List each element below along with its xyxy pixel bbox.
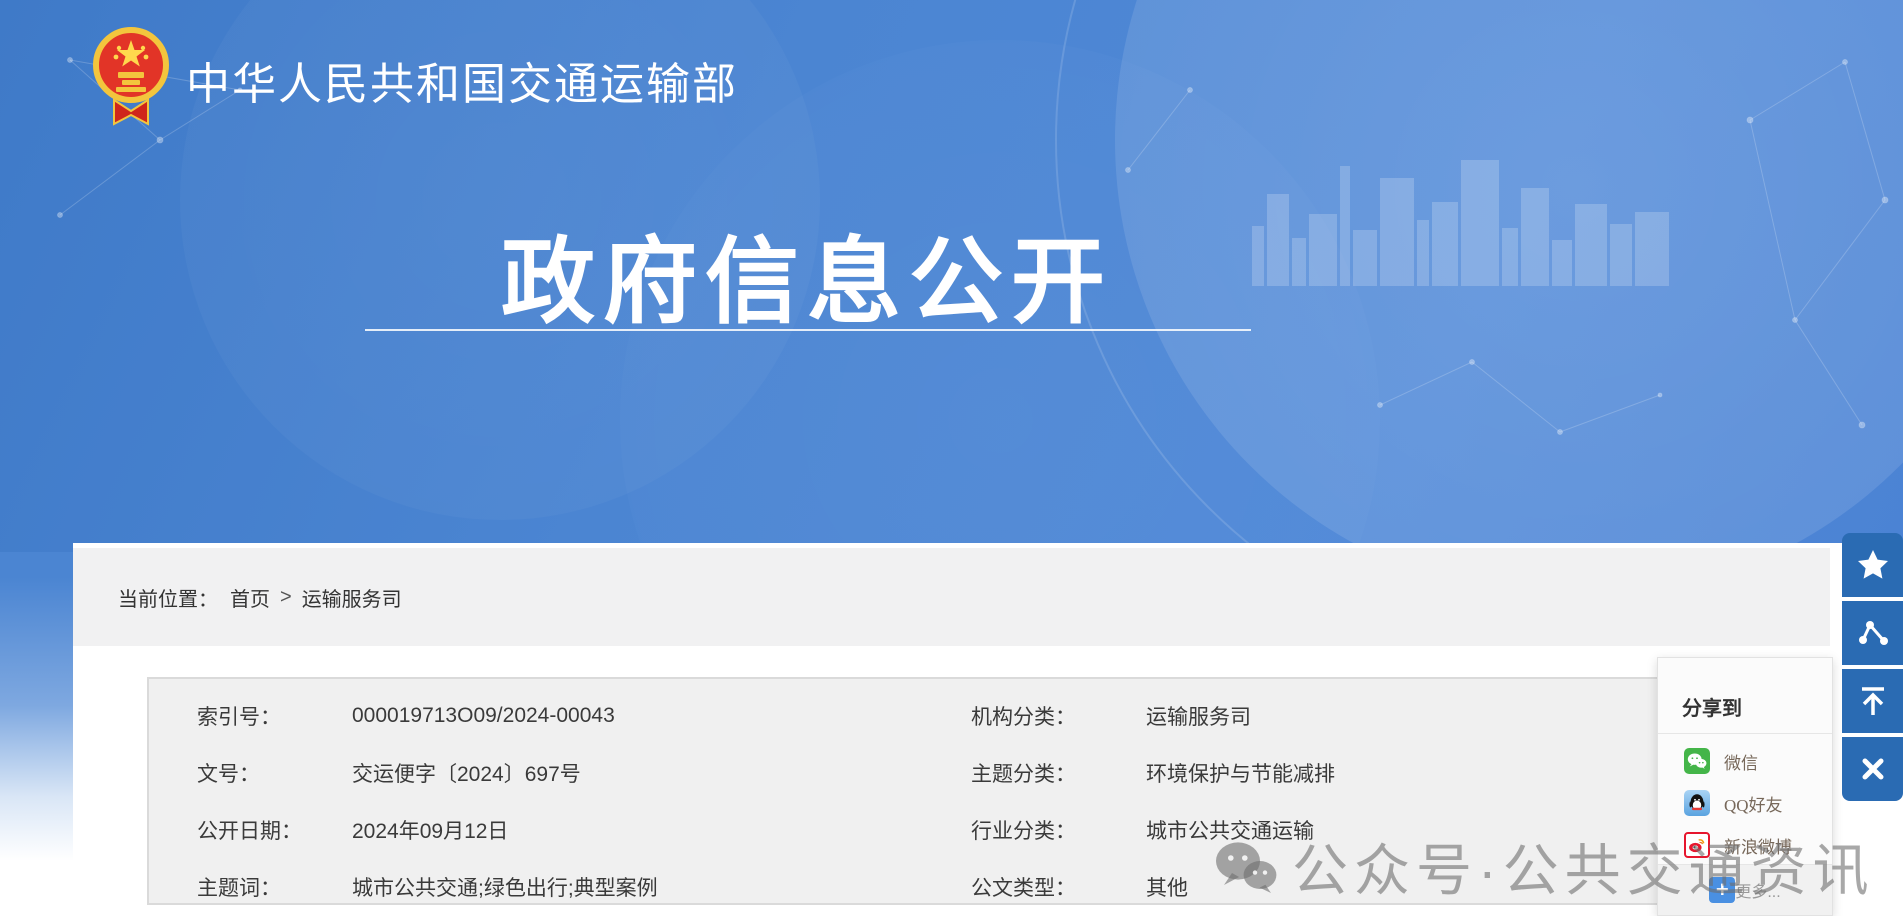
document-metadata-card: 索引号： 000019713O09/2024-00043 机构分类： 运输服务司…: [147, 677, 1753, 905]
city-skyline-decor: [1252, 160, 1722, 286]
field-label: 主题分类：: [971, 762, 1076, 786]
field-label: 文号：: [197, 762, 260, 786]
share-item-label: QQ好友: [1724, 795, 1783, 815]
breadcrumb-separator: >: [280, 585, 292, 608]
favorite-button[interactable]: [1842, 533, 1903, 597]
table-row: 公开日期： 2024年09月12日 行业分类： 城市公共交通运输: [149, 801, 1751, 858]
share-item-weibo[interactable]: 新浪微博: [1658, 824, 1832, 866]
close-button[interactable]: [1842, 737, 1903, 801]
back-to-top-button[interactable]: [1842, 669, 1903, 733]
table-row: 索引号： 000019713O09/2024-00043 机构分类： 运输服务司: [149, 687, 1751, 744]
metadata-cell: 公开日期： 2024年09月12日: [149, 815, 950, 845]
metadata-cell: 机构分类： 运输服务司: [950, 701, 1751, 731]
title-underline: [365, 329, 1251, 331]
field-value: 交运便字〔2024〕697号: [352, 762, 581, 786]
field-label: 公开日期：: [197, 819, 302, 843]
share-item-wechat[interactable]: 微信: [1658, 740, 1832, 782]
field-label: 公文类型：: [971, 876, 1076, 900]
content-wrapper: 当前位置： 首页 > 运输服务司 索引号： 000019713O09/2024-…: [73, 543, 1903, 916]
table-row: 主题词： 城市公共交通;绿色出行;典型案例 公文类型： 其他: [149, 858, 1751, 915]
field-value: 其他: [1146, 876, 1188, 900]
breadcrumb: 当前位置： 首页 > 运输服务司: [73, 548, 1830, 646]
field-label: 主题词：: [197, 876, 281, 900]
page: 中华人民共和国交通运输部 政府信息公开 当前位置： 首页 > 运输服务司 索引号…: [0, 0, 1903, 916]
site-title: 中华人民共和国交通运输部: [186, 60, 738, 109]
share-button[interactable]: [1842, 601, 1903, 665]
field-value: 城市公共交通运输: [1146, 819, 1314, 843]
share-item-qq[interactable]: QQ好友: [1658, 782, 1832, 824]
metadata-cell: 公文类型： 其他: [950, 872, 1751, 902]
star-icon: [1857, 550, 1888, 579]
share-item-label: 微信: [1724, 753, 1758, 773]
back-to-top-icon: [1861, 687, 1884, 715]
more-plus-icon: +: [1709, 877, 1736, 903]
share-item-label: 新浪微博: [1724, 837, 1792, 857]
table-row: 文号： 交运便字〔2024〕697号 主题分类： 环境保护与节能减排: [149, 744, 1751, 801]
metadata-cell: 行业分类： 城市公共交通运输: [950, 815, 1751, 845]
national-emblem-logo: [92, 24, 170, 133]
field-value: 环境保护与节能减排: [1146, 762, 1335, 786]
field-label: 行业分类：: [971, 819, 1076, 843]
side-toolbar: [1842, 533, 1903, 801]
share-panel-title: 分享到: [1658, 658, 1832, 734]
field-value: 运输服务司: [1146, 705, 1251, 729]
field-label: 机构分类：: [971, 705, 1076, 729]
field-value: 城市公共交通;绿色出行;典型案例: [352, 876, 658, 900]
close-icon: [1862, 758, 1883, 780]
qq-icon: [1684, 790, 1710, 816]
breadcrumb-label: 当前位置：: [118, 588, 218, 611]
wechat-icon: [1684, 748, 1710, 774]
share-panel: 分享到 微信 QQ好友 新浪微博 + 更多...: [1657, 657, 1833, 916]
field-value: 000019713O09/2024-00043: [352, 703, 615, 727]
metadata-cell: 主题分类： 环境保护与节能减排: [950, 758, 1751, 788]
page-title: 政府信息公开: [500, 229, 1113, 334]
share-nodes-icon: [1858, 621, 1888, 645]
field-label: 索引号：: [197, 705, 281, 729]
metadata-cell: 文号： 交运便字〔2024〕697号: [149, 758, 950, 788]
share-item-label: 更多...: [1735, 884, 1781, 901]
breadcrumb-current: 运输服务司: [301, 588, 402, 611]
header-banner: 中华人民共和国交通运输部 政府信息公开: [0, 0, 1903, 552]
metadata-cell: 主题词： 城市公共交通;绿色出行;典型案例: [149, 872, 950, 902]
field-value: 2024年09月12日: [352, 819, 509, 843]
share-item-more[interactable]: + 更多...: [1658, 864, 1832, 915]
breadcrumb-home-link[interactable]: 首页: [230, 583, 270, 612]
metadata-cell: 索引号： 000019713O09/2024-00043: [149, 701, 950, 731]
weibo-icon: [1684, 832, 1710, 858]
